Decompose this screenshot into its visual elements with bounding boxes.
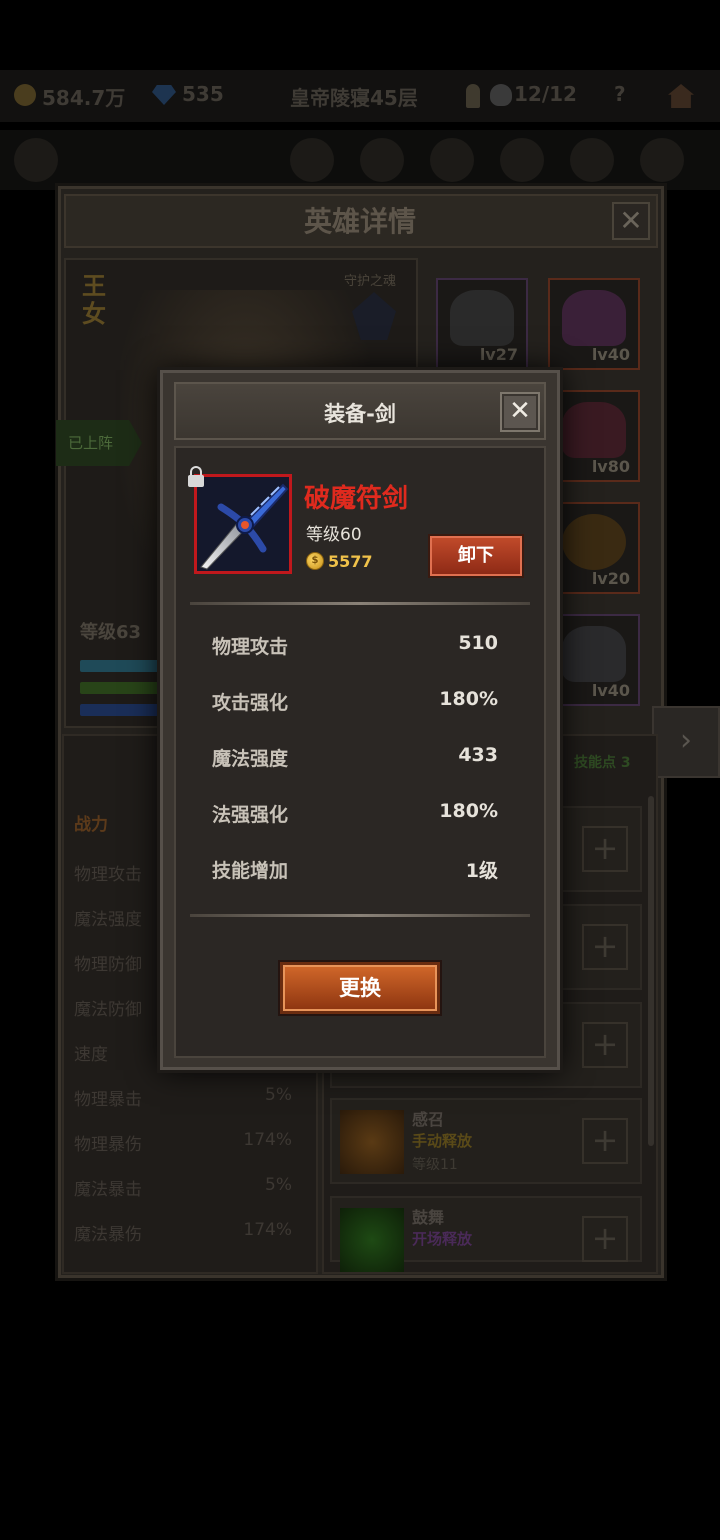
sword-icon [197,477,289,571]
gem-icon [152,85,176,105]
necklace-icon [562,290,626,346]
skill-card: 感召 手动释放 等级11 + [330,1098,642,1184]
equip-level: lv27 [479,345,518,364]
skill-upgrade-button[interactable]: + [582,1022,628,1068]
item-name: 破魔符剑 [304,484,409,514]
item-stat-value: 180% [439,800,498,822]
hero-name: 王女 [82,272,106,328]
gold-coin-icon: $ [306,552,324,570]
sword-item-frame[interactable] [194,474,292,574]
hero-avatar[interactable] [500,138,544,182]
item-stat-label: 魔法强度 [212,748,289,770]
skill-name: 鼓舞 [412,1208,445,1227]
equip-slot-necklace[interactable]: lv40 [548,278,640,370]
stat-row: 物理暴击 5% [74,1085,292,1110]
hero-avatar[interactable] [14,138,58,182]
stat-row: 魔法暴伤 174% [74,1220,292,1245]
hero-avatar-strip [0,130,720,190]
equip-slot-armor[interactable]: lv80 [548,390,640,482]
ring-icon [562,514,626,570]
equip-level: lv40 [591,345,630,364]
mana-bar [80,704,160,716]
skull-icon [490,84,512,106]
skill-cast-mode: 开场释放 [412,1230,473,1248]
next-hero-arrow[interactable]: › [652,706,720,778]
help-icon[interactable]: ? [614,82,626,106]
equip-level: lv40 [591,681,630,700]
key-icon [466,84,480,108]
hero-close-button[interactable]: ✕ [612,202,650,240]
boots-icon [562,626,626,682]
replace-button[interactable]: 更换 [280,962,440,1014]
skill-points: 技能点 3 [574,755,631,771]
stat-row: 物理暴伤 174% [74,1130,292,1155]
stat-row: 魔法暴击 5% [74,1175,292,1200]
item-level: 等级60 [306,525,362,545]
hero-avatar[interactable] [640,138,684,182]
skill-level: 等级11 [412,1157,458,1173]
item-stat-value: 1级 [465,860,498,882]
exp-bar [80,682,160,694]
item-stat-value: 433 [458,744,498,766]
gold-coin-icon [14,84,36,106]
item-stat-label: 物理攻击 [212,636,289,658]
equip-slot-helmet[interactable]: lv27 [436,278,528,370]
skills-scrollbar[interactable] [648,796,654,1146]
skill-cast-mode: 手动释放 [412,1132,473,1150]
divider [190,602,530,605]
item-stat-value: 510 [458,632,498,654]
unequip-button[interactable]: 卸下 [430,536,522,576]
equip-slot-ring[interactable]: lv20 [548,502,640,594]
skill-upgrade-button[interactable]: + [582,924,628,970]
home-icon[interactable] [668,84,694,108]
equip-level: lv80 [591,457,630,476]
gem-amount: 535 [182,82,224,106]
skill-upgrade-button[interactable]: + [582,826,628,872]
hero-avatar[interactable] [430,138,474,182]
item-stat-value: 180% [439,688,498,710]
skill-upgrade-button[interactable]: + [582,1118,628,1164]
summon-skill-icon [340,1110,404,1174]
item-price: 5577 [328,552,373,571]
gold-amount: 584.7万 [42,86,126,110]
hero-avatar[interactable] [360,138,404,182]
tomb-floor-label[interactable]: 皇帝陵寝45层 [290,82,418,111]
guardian-soul-label: 守护之魂 [344,274,397,289]
hp-bar [80,660,160,672]
hero-avatar[interactable] [570,138,614,182]
equip-level: lv20 [591,569,630,588]
item-stat-label: 法强强化 [212,804,289,826]
lock-icon[interactable] [186,466,206,488]
divider [190,914,530,917]
helmet-icon [450,290,514,346]
skill-card: 鼓舞 开场释放 + [330,1196,642,1272]
skill-name: 感召 [412,1110,445,1129]
deployed-label: 已上阵 [68,434,114,452]
hero-level: 等级63 [80,622,142,643]
skill-upgrade-button[interactable]: + [582,1216,628,1262]
armor-icon [562,402,626,458]
dialog-close-button[interactable]: ✕ [500,392,540,432]
item-stat-label: 技能增加 [212,860,289,882]
key-count: 12/12 [514,82,577,106]
equip-slot-boots[interactable]: lv40 [548,614,640,706]
hero-avatar[interactable] [290,138,334,182]
item-stat-label: 攻击强化 [212,692,289,714]
top-resource-bar: 584.7万 535 皇帝陵寝45层 12/12 ? [0,70,720,122]
inspire-skill-icon [340,1208,404,1272]
